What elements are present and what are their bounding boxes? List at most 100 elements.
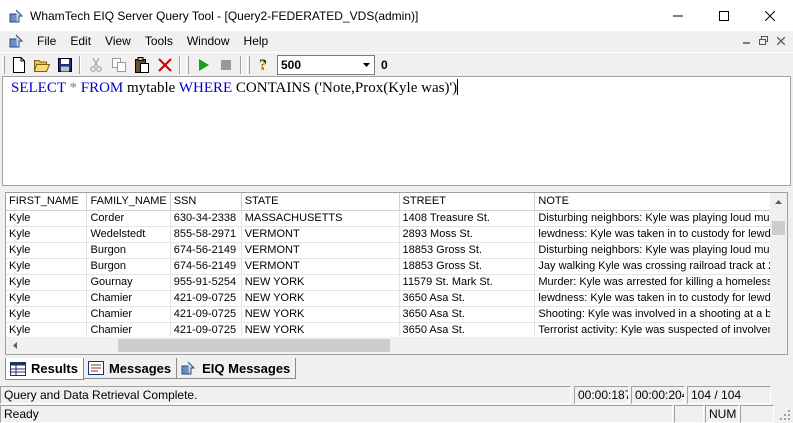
table-row[interactable]: Kyle Chamier 421-09-0725 NEW YORK 3650 Asa S…	[6, 290, 787, 307]
close-icon	[765, 10, 775, 21]
title-bar[interactable]: WhamTech EIQ Server Query Tool - [Query2…	[0, 0, 793, 31]
table-row[interactable]: Kyle Burgon 674-56-2149 VERMONT 18853 Gross …	[6, 258, 787, 275]
table-cell: 674-56-2149	[170, 258, 242, 275]
mdi-minimize-button[interactable]	[738, 33, 755, 48]
table-cell: 3650 Asa St.	[399, 306, 536, 323]
table-cell: Chamier	[86, 290, 171, 307]
table-cell: 18853 Gross St.	[399, 242, 536, 259]
app-icon	[9, 9, 24, 22]
horizontal-scroll-thumb[interactable]	[118, 339, 390, 352]
status-ready: Ready	[0, 405, 673, 423]
eiq-icon	[181, 361, 196, 375]
toolbar-grip[interactable]	[2, 55, 5, 74]
menu-help[interactable]: Help	[237, 31, 276, 51]
run-query-button[interactable]	[191, 54, 214, 76]
table-cell: NEW YORK	[241, 322, 400, 339]
scroll-left-button[interactable]	[6, 337, 23, 354]
toolbar-grip[interactable]	[186, 55, 189, 74]
table-cell: 421-09-0725	[170, 306, 242, 323]
cut-button[interactable]	[84, 54, 107, 76]
table-cell: Burgon	[86, 258, 171, 275]
tab-results[interactable]: Results	[5, 358, 84, 380]
table-cell: VERMONT	[241, 226, 400, 243]
stop-square-icon	[220, 59, 231, 70]
output-tabs: Results Messages EIQ Messages	[5, 358, 297, 380]
table-cell: Kyle	[6, 274, 88, 291]
table-cell: 674-56-2149	[170, 242, 242, 259]
column-header-ssn[interactable]: SSN	[170, 193, 242, 211]
tab-messages[interactable]: Messages	[82, 358, 178, 379]
close-icon	[776, 36, 785, 45]
sql-condition: CONTAINS ('Note,Prox(Kyle was)')	[235, 80, 458, 96]
chevron-up-icon	[775, 199, 782, 204]
table-cell: 18853 Gross St.	[399, 258, 536, 275]
table-cell: Kyle	[6, 290, 88, 307]
table-cell: 630-34-2338	[170, 210, 242, 227]
resize-grip-icon[interactable]	[779, 409, 791, 421]
cut-icon	[89, 57, 102, 72]
table-cell: 3650 Asa St.	[399, 290, 536, 307]
open-button[interactable]	[30, 54, 53, 76]
window-title: WhamTech EIQ Server Query Tool - [Query2…	[30, 8, 419, 23]
table-row[interactable]: Kyle Chamier 421-09-0725 NEW YORK 3650 Asa S…	[6, 322, 787, 339]
close-button[interactable]	[747, 0, 793, 31]
table-row[interactable]: Kyle Chamier 421-09-0725 NEW YORK 3650 Asa S…	[6, 306, 787, 323]
menu-view[interactable]: View	[98, 31, 138, 51]
help-button[interactable]: ??	[252, 54, 275, 76]
svg-text:?: ?	[259, 59, 266, 73]
table-cell: Chamier	[86, 322, 171, 339]
table-row[interactable]: Kyle Burgon 674-56-2149 VERMONT 18853 Gross …	[6, 242, 787, 259]
column-header-family-name[interactable]: FAMILY_NAME	[86, 193, 171, 211]
status-caps-indicator	[674, 405, 704, 423]
column-header-street[interactable]: STREET	[399, 193, 536, 211]
save-button[interactable]	[53, 54, 76, 76]
maximize-button[interactable]	[701, 0, 747, 31]
scroll-up-button[interactable]	[770, 193, 787, 210]
column-header-state[interactable]: STATE	[241, 193, 400, 211]
vertical-scroll-thumb[interactable]	[772, 221, 785, 235]
vertical-scrollbar[interactable]	[770, 193, 787, 338]
table-cell: Kyle	[6, 306, 88, 323]
new-button[interactable]	[7, 54, 30, 76]
menu-bar: File Edit View Tools Window Help	[0, 31, 793, 51]
menu-tools[interactable]: Tools	[138, 31, 180, 51]
tab-eiq-messages[interactable]: EIQ Messages	[176, 358, 297, 379]
delete-x-icon	[157, 57, 172, 72]
results-table: FIRST_NAME FAMILY_NAME SSN STATE STREET NOTE …	[6, 193, 787, 339]
stop-query-button[interactable]	[214, 54, 237, 76]
document-icon[interactable]	[8, 33, 24, 49]
table-cell: 1408 Treasure St.	[399, 210, 536, 227]
table-cell: lewdness: Kyle was taken in to custody f…	[534, 226, 787, 243]
table-row[interactable]: Kyle Gournay 955-91-5254 NEW YORK 11579 St. …	[6, 274, 787, 291]
menu-file[interactable]: File	[30, 31, 63, 51]
delete-button[interactable]	[153, 54, 176, 76]
tab-messages-label: Messages	[108, 360, 172, 376]
table-cell: VERMONT	[241, 258, 400, 275]
minimize-icon	[742, 41, 750, 44]
text-caret	[457, 79, 459, 95]
mdi-restore-button[interactable]	[755, 33, 772, 48]
results-grid[interactable]: FIRST_NAME FAMILY_NAME SSN STATE STREET NOTE …	[5, 192, 788, 355]
horizontal-scrollbar[interactable]	[6, 337, 787, 354]
chevron-down-icon[interactable]	[358, 56, 374, 74]
minimize-button[interactable]	[655, 0, 701, 31]
table-cell: NEW YORK	[241, 290, 400, 307]
status-time-1: 00:00:187	[574, 386, 629, 404]
results-header-row: FIRST_NAME FAMILY_NAME SSN STATE STREET NOTE	[6, 193, 787, 211]
row-count-readout: 0	[381, 57, 388, 72]
menu-window[interactable]: Window	[180, 31, 237, 51]
query-editor[interactable]: SELECT * FROM mytable WHERE CONTAINS ('N…	[2, 76, 791, 186]
copy-button[interactable]	[107, 54, 130, 76]
paste-button[interactable]	[130, 54, 153, 76]
row-limit-combo[interactable]: 500	[277, 54, 375, 75]
toolbar-grip[interactable]	[247, 55, 250, 74]
table-row[interactable]: Kyle Wedelstedt 855-58-2971 VERMONT 2893 Mos…	[6, 226, 787, 243]
minimize-icon	[673, 15, 683, 16]
status-row-count: 104 / 104	[687, 386, 771, 404]
menu-edit[interactable]: Edit	[63, 31, 98, 51]
column-header-note[interactable]: NOTE	[534, 193, 787, 211]
column-header-first-name[interactable]: FIRST_NAME	[6, 193, 88, 211]
mdi-close-button[interactable]	[772, 33, 789, 48]
table-row[interactable]: Kyle Corder 630-34-2338 MASSACHUSETTS 1408 T…	[6, 210, 787, 227]
table-cell: VERMONT	[241, 242, 400, 259]
